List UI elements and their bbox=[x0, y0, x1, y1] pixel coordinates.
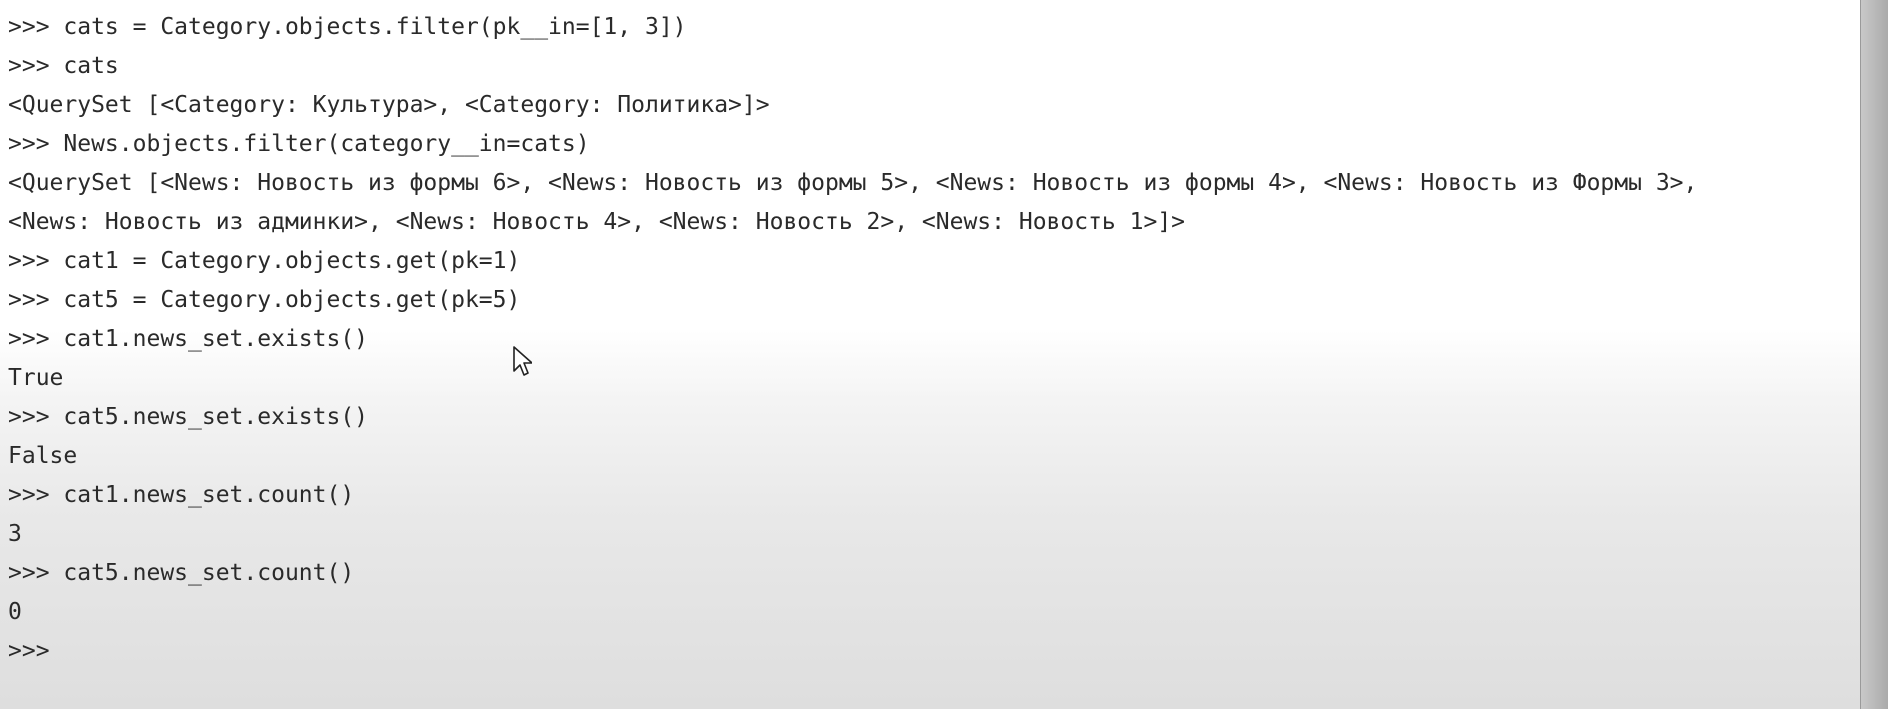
terminal-prompt-line[interactable]: >>> bbox=[8, 632, 1697, 671]
terminal-line: True bbox=[8, 365, 64, 391]
terminal-line: >>> cats bbox=[8, 53, 119, 79]
terminal-line: >>> cat5.news_set.exists() bbox=[8, 404, 369, 430]
arrow-cursor-icon bbox=[513, 346, 532, 376]
terminal-output[interactable]: >>> cats = Category.objects.filter(pk__i… bbox=[8, 8, 1697, 671]
terminal-window[interactable]: >>> cats = Category.objects.filter(pk__i… bbox=[0, 0, 1860, 709]
terminal-line: >>> cat1.news_set.count() bbox=[8, 482, 355, 508]
terminal-line: <QuerySet [<Category: Культура>, <Catego… bbox=[8, 92, 770, 118]
terminal-line: >>> cats = Category.objects.filter(pk__i… bbox=[8, 14, 687, 40]
terminal-line: >>> cat1.news_set.exists() bbox=[8, 326, 369, 352]
terminal-line: 3 bbox=[8, 521, 22, 547]
terminal-line: 0 bbox=[8, 599, 22, 625]
terminal-line: <QuerySet [<News: Новость из формы 6>, <… bbox=[8, 170, 1698, 196]
window-right-edge bbox=[1860, 0, 1888, 709]
terminal-line: >>> News.objects.filter(category__in=cat… bbox=[8, 131, 590, 157]
terminal-line: >>> cat5.news_set.count() bbox=[8, 560, 355, 586]
terminal-line: >>> cat5 = Category.objects.get(pk=5) bbox=[8, 287, 521, 313]
terminal-line: <News: Новость из админки>, <News: Новос… bbox=[8, 209, 1186, 235]
terminal-line: False bbox=[8, 443, 78, 469]
terminal-line: >>> cat1 = Category.objects.get(pk=1) bbox=[8, 248, 521, 274]
